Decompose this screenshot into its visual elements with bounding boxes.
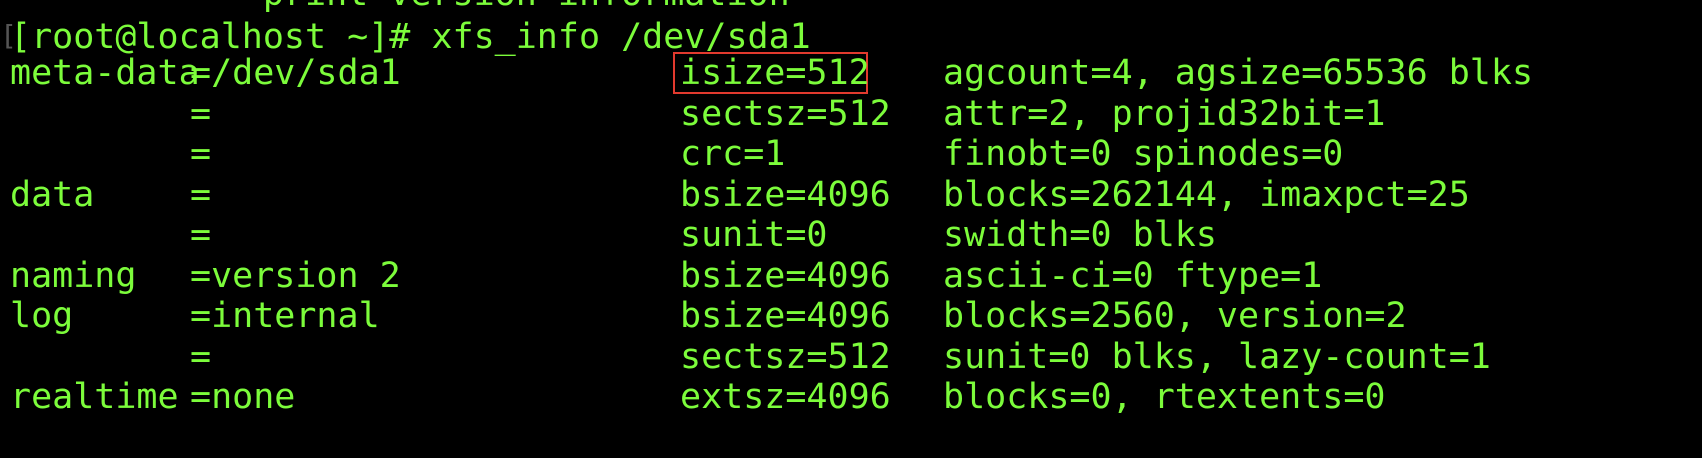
output-row: meta-data =/dev/sda1 isize=512 agcount=4, a… [0,53,1702,93]
output-cell-c2: = [190,336,212,377]
output-cell-c2: = [190,134,212,174]
shell-prompt: [root@localhost ~]# [10,17,432,57]
output-cell-c4: agcount=4, agsize=65536 blks [943,53,1534,93]
output-row: realtime =none extsz=4096 blocks=0, rtexten… [0,377,1702,417]
command-line: [root@localhost ~]# xfs_info /dev/sda1 [10,17,811,57]
output-cell-c3: bsize=4096 [680,296,891,336]
output-row: = sunit=0 swidth=0 blks [0,215,1702,255]
command-text: xfs_info /dev/sda1 [431,17,811,57]
output-cell-c3: sectsz=512 [680,336,891,377]
output-cell-c4: sunit=0 blks, lazy-count=1 [943,336,1491,377]
output-cell-c3: isize=512 [680,53,870,93]
output-row: log =internal bsize=4096 blocks=2560, versi… [0,296,1702,336]
output-cell-c1: meta-data [10,53,200,93]
output-row: = crc=1 finobt=0 spinodes=0 [0,134,1702,174]
output-cell-c2: =/dev/sda1 [190,53,401,93]
output-cell-c2: = [190,93,212,134]
output-cell-c2: = [190,215,212,255]
output-cell-c4: finobt=0 spinodes=0 [943,134,1344,174]
output-row: = sectsz=512 attr=2, projid32bit=1 [0,94,1702,134]
output-row: = sectsz=512 sunit=0 blks, lazy-count=1 [0,337,1702,377]
output-cell-c2: = [190,174,212,215]
clipped-previous-output: print version information [10,0,790,14]
output-cell-c1: realtime [10,377,179,417]
output-row: naming =version 2 bsize=4096 ascii-ci=0 fty… [0,256,1702,296]
output-cell-c4: ascii-ci=0 ftype=1 [943,255,1323,296]
output-cell-c4: blocks=2560, version=2 [943,296,1407,336]
output-cell-c1: log [10,296,74,336]
output-cell-c2: =none [190,377,296,417]
output-cell-c4: blocks=262144, imaxpct=25 [943,174,1470,215]
terminal-window[interactable]: print version information [ [root@localh… [0,0,1702,458]
output-cell-c3: bsize=4096 [680,255,891,296]
output-cell-c3: bsize=4096 [680,174,891,215]
output-row: data = bsize=4096 blocks=262144, imaxpct=25 [0,175,1702,215]
output-cell-c3: extsz=4096 [680,377,891,417]
output-cell-c3: sectsz=512 [680,93,891,134]
output-cell-c4: swidth=0 blks [943,215,1217,255]
output-cell-c4: attr=2, projid32bit=1 [943,93,1386,134]
output-cell-c3: crc=1 [680,134,786,174]
output-cell-c1: data [10,174,95,215]
output-cell-c2: =internal [190,296,380,336]
output-cell-c4: blocks=0, rtextents=0 [943,377,1386,417]
selection-bracket-marker: [ [0,19,17,52]
output-cell-c2: =version 2 [190,255,401,296]
output-cell-c3: sunit=0 [680,215,828,255]
output-cell-c1: naming [10,255,137,296]
